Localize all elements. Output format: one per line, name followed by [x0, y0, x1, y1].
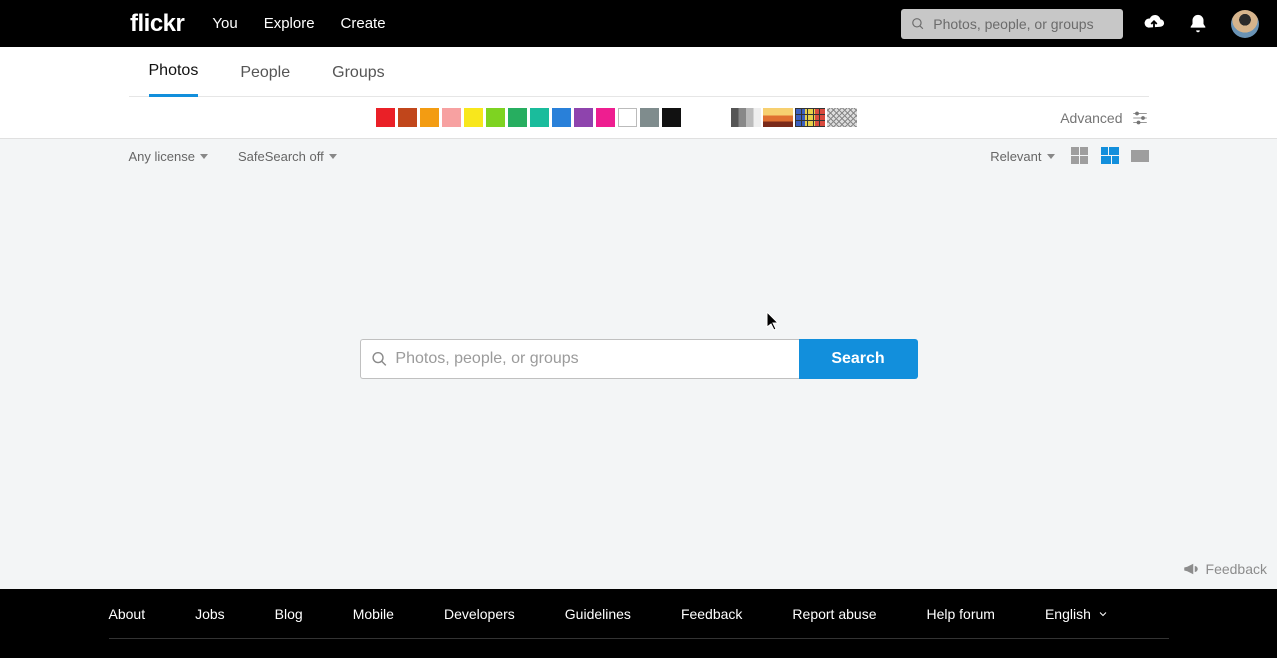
top-search-input[interactable] [933, 16, 1113, 32]
feedback-label: Feedback [1206, 561, 1267, 577]
style-chips [731, 108, 857, 127]
search-tabs: Photos People Groups [129, 47, 1149, 97]
sort-dropdown[interactable]: Relevant [990, 149, 1054, 164]
sliders-icon [1131, 109, 1149, 127]
advanced-label: Advanced [1060, 110, 1122, 126]
color-swatch-5[interactable] [486, 108, 505, 127]
style-minimal[interactable] [827, 108, 857, 127]
color-swatch-12[interactable] [640, 108, 659, 127]
color-swatch-6[interactable] [508, 108, 527, 127]
footer-language[interactable]: English [1045, 606, 1109, 622]
view-story[interactable] [1131, 147, 1149, 165]
search-icon [371, 350, 388, 368]
upload-icon[interactable] [1143, 13, 1165, 35]
megaphone-icon [1182, 560, 1200, 578]
license-label: Any license [129, 149, 195, 164]
color-swatch-1[interactable] [398, 108, 417, 127]
flickr-logo[interactable]: flickr [130, 10, 184, 38]
tab-groups[interactable]: Groups [332, 64, 384, 96]
footer: About Jobs Blog Mobile Developers Guidel… [0, 589, 1277, 658]
color-swatch-7[interactable] [530, 108, 549, 127]
main-empty-search: Search [0, 174, 1277, 379]
chevron-down-icon [200, 154, 208, 159]
footer-guidelines[interactable]: Guidelines [565, 606, 631, 622]
main-search-input[interactable] [395, 350, 788, 368]
filter-bar: Any license SafeSearch off Relevant [0, 139, 1277, 174]
nav-explore[interactable]: Explore [264, 15, 315, 32]
view-justified[interactable] [1101, 147, 1119, 165]
nav-create[interactable]: Create [341, 15, 386, 32]
color-filter-row: Advanced [129, 97, 1149, 138]
safesearch-label: SafeSearch off [238, 149, 324, 164]
color-swatch-11[interactable] [618, 108, 637, 127]
bell-icon[interactable] [1187, 13, 1209, 35]
footer-blog[interactable]: Blog [275, 606, 303, 622]
nav-you[interactable]: You [212, 15, 237, 32]
feedback-button[interactable]: Feedback [1182, 560, 1267, 578]
color-swatch-4[interactable] [464, 108, 483, 127]
sort-label: Relevant [990, 149, 1041, 164]
color-swatch-10[interactable] [596, 108, 615, 127]
color-swatch-9[interactable] [574, 108, 593, 127]
footer-mobile[interactable]: Mobile [353, 606, 394, 622]
nav-links: You Explore Create [212, 15, 385, 32]
search-button[interactable]: Search [799, 339, 918, 379]
color-swatch-2[interactable] [420, 108, 439, 127]
footer-jobs[interactable]: Jobs [195, 606, 225, 622]
chevron-down-icon [329, 154, 337, 159]
footer-about[interactable]: About [109, 606, 146, 622]
subnav: Photos People Groups Advanced [0, 47, 1277, 139]
chevron-down-icon [1047, 154, 1055, 159]
footer-developers[interactable]: Developers [444, 606, 515, 622]
footer-help[interactable]: Help forum [926, 606, 994, 622]
chevron-down-icon [1097, 608, 1109, 620]
tab-people[interactable]: People [240, 64, 290, 96]
search-icon [911, 16, 925, 32]
color-swatches [376, 108, 681, 127]
color-swatch-0[interactable] [376, 108, 395, 127]
advanced-link[interactable]: Advanced [1060, 109, 1148, 127]
style-bw[interactable] [731, 108, 761, 127]
color-swatch-3[interactable] [442, 108, 461, 127]
footer-language-label: English [1045, 606, 1091, 622]
color-swatch-13[interactable] [662, 108, 681, 127]
view-grid[interactable] [1071, 147, 1089, 165]
tab-photos[interactable]: Photos [149, 62, 199, 97]
view-toggles [1071, 147, 1149, 165]
top-icons [1143, 10, 1259, 38]
color-swatch-8[interactable] [552, 108, 571, 127]
avatar[interactable] [1231, 10, 1259, 38]
footer-feedback[interactable]: Feedback [681, 606, 742, 622]
main-search-box: Search [360, 339, 918, 379]
style-shallow-dof[interactable] [763, 108, 793, 127]
safesearch-dropdown[interactable]: SafeSearch off [238, 149, 337, 164]
top-nav: flickr You Explore Create [0, 0, 1277, 47]
style-pattern[interactable] [795, 108, 825, 127]
license-dropdown[interactable]: Any license [129, 149, 208, 164]
main-search-input-wrap[interactable] [360, 339, 799, 379]
footer-report[interactable]: Report abuse [792, 606, 876, 622]
top-search[interactable] [901, 9, 1123, 39]
